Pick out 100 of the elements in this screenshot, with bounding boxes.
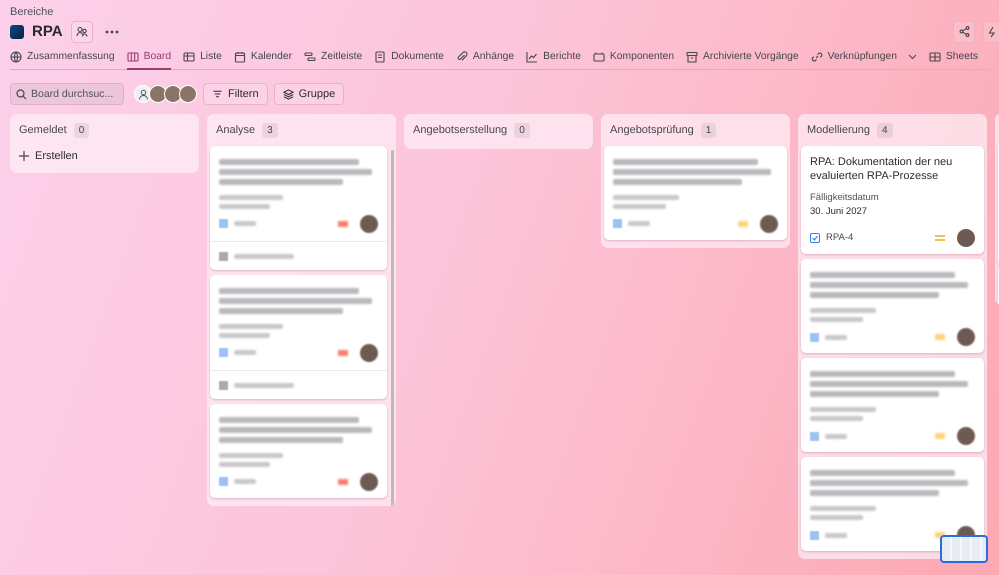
blurred-text bbox=[810, 317, 863, 322]
subtask-icon bbox=[219, 380, 228, 390]
timeline-icon bbox=[304, 50, 316, 63]
assignee-avatar bbox=[760, 214, 778, 233]
user-avatar[interactable] bbox=[149, 85, 167, 104]
issue-type-icon bbox=[219, 477, 228, 486]
blurred-text bbox=[810, 416, 863, 422]
tab[interactable]: Anhänge bbox=[456, 47, 514, 70]
issue-count: 3 bbox=[262, 123, 278, 138]
blurred-text bbox=[234, 350, 256, 356]
issue-key[interactable]: RPA-4 bbox=[826, 230, 854, 246]
search-icon bbox=[16, 89, 27, 100]
document-icon bbox=[374, 50, 386, 63]
paperclip-icon bbox=[456, 50, 468, 63]
blurred-text bbox=[219, 452, 283, 458]
blurred-text bbox=[234, 221, 256, 226]
task-checkbox-icon bbox=[810, 233, 820, 244]
card-title: RPA: Dokumentation der neu evaluierten RPA-Prozesse bbox=[810, 154, 954, 184]
issue-type-icon bbox=[219, 348, 228, 358]
scrollbar[interactable] bbox=[391, 150, 394, 506]
issue-card[interactable]: RPA: Dokumentation der neu evaluierten RPA-Prozesse Fälligkeitsdatum 30. Juni 2027 RPA-4 bbox=[801, 146, 984, 254]
tab[interactable]: Kalender bbox=[234, 47, 292, 70]
assignee-avatar bbox=[360, 472, 378, 491]
table-icon bbox=[928, 50, 941, 63]
user-avatar[interactable] bbox=[164, 85, 182, 104]
plus-icon bbox=[19, 151, 29, 162]
tab[interactable]: Liste bbox=[183, 47, 222, 70]
blurred-text bbox=[219, 332, 270, 338]
column-title: Angebotserstellung bbox=[413, 123, 508, 138]
tab[interactable]: Zusammenfassung bbox=[10, 47, 115, 70]
filter-button[interactable]: Filtern bbox=[203, 83, 268, 106]
due-date-label: Fälligkeitsdatum bbox=[810, 190, 880, 205]
share-button[interactable] bbox=[953, 20, 975, 43]
blurred-text bbox=[234, 254, 294, 259]
blurred-text bbox=[810, 308, 876, 314]
assignee-avatar bbox=[957, 328, 975, 346]
due-date: 30. Juni 2027 bbox=[810, 204, 868, 219]
link-icon bbox=[810, 50, 823, 63]
table-icon bbox=[183, 50, 196, 63]
tab[interactable]: Berichte bbox=[526, 47, 581, 70]
blurred-text bbox=[219, 462, 270, 467]
assignee-avatar bbox=[360, 344, 378, 362]
issue-type-icon bbox=[613, 219, 622, 228]
chart-icon bbox=[526, 50, 538, 63]
create-button[interactable]: Erstellen bbox=[13, 146, 84, 170]
more-icon[interactable] bbox=[104, 30, 119, 34]
column-title: Analyse bbox=[216, 123, 256, 138]
blurred-text bbox=[234, 479, 256, 484]
assignee-avatar bbox=[360, 214, 378, 233]
project-title: RPA bbox=[32, 22, 63, 42]
share-icon bbox=[958, 26, 970, 38]
project-logo-icon bbox=[10, 24, 24, 39]
issue-count: 1 bbox=[700, 123, 716, 138]
automation-button[interactable] bbox=[983, 20, 999, 43]
blurred-text bbox=[825, 334, 847, 340]
column-title: Gemeldet bbox=[19, 123, 67, 138]
issue-count: 0 bbox=[514, 123, 530, 138]
blurred-text bbox=[810, 515, 863, 520]
issue-count: 4 bbox=[876, 123, 893, 138]
tab[interactable]: Zeitleiste bbox=[304, 47, 362, 70]
issue-type-icon bbox=[219, 219, 228, 228]
assignee-avatar bbox=[957, 229, 975, 248]
tab[interactable]: Komponenten bbox=[592, 47, 674, 70]
team-button[interactable] bbox=[70, 20, 93, 43]
calendar-icon bbox=[234, 50, 246, 63]
filter-icon bbox=[212, 88, 223, 100]
tab[interactable]: Board bbox=[126, 47, 172, 70]
breadcrumb[interactable]: Bereiche bbox=[10, 4, 989, 20]
component-icon bbox=[592, 50, 605, 63]
blurred-text bbox=[219, 324, 283, 329]
tab[interactable]: Archivierte Vorgänge bbox=[686, 47, 799, 70]
issue-type-icon bbox=[810, 432, 819, 441]
blurred-text bbox=[613, 194, 679, 200]
search-field[interactable]: Board durchsuc... bbox=[10, 83, 124, 106]
people-icon bbox=[76, 26, 88, 38]
issue-count: 0 bbox=[74, 123, 90, 138]
assignee-avatar bbox=[957, 427, 975, 446]
column-title: Angebotsprüfung bbox=[610, 123, 694, 138]
blurred-text bbox=[613, 204, 666, 209]
columns-icon bbox=[126, 50, 139, 63]
issue-type-icon bbox=[810, 530, 819, 540]
archive-icon bbox=[686, 50, 698, 63]
blurred-text bbox=[825, 434, 847, 439]
tab[interactable]: Dokumente bbox=[374, 47, 444, 70]
column-title: Modellierung bbox=[807, 123, 870, 138]
user-avatar-icon[interactable] bbox=[134, 85, 152, 104]
blurred-text bbox=[810, 407, 876, 412]
group-button[interactable]: Gruppe bbox=[274, 83, 344, 106]
tab[interactable]: Verknüpfungen bbox=[810, 47, 917, 70]
blurred-text bbox=[219, 194, 283, 200]
tab[interactable]: Sheets bbox=[928, 47, 978, 70]
lightning-icon bbox=[988, 26, 996, 38]
blurred-text bbox=[234, 382, 294, 388]
minimap-thumbnail[interactable] bbox=[940, 535, 988, 563]
user-avatar[interactable] bbox=[179, 85, 197, 104]
blurred-text bbox=[628, 221, 650, 226]
layers-icon bbox=[282, 88, 294, 100]
subtask-icon bbox=[219, 252, 228, 261]
blurred-text bbox=[825, 532, 847, 538]
globe-icon bbox=[10, 50, 22, 63]
